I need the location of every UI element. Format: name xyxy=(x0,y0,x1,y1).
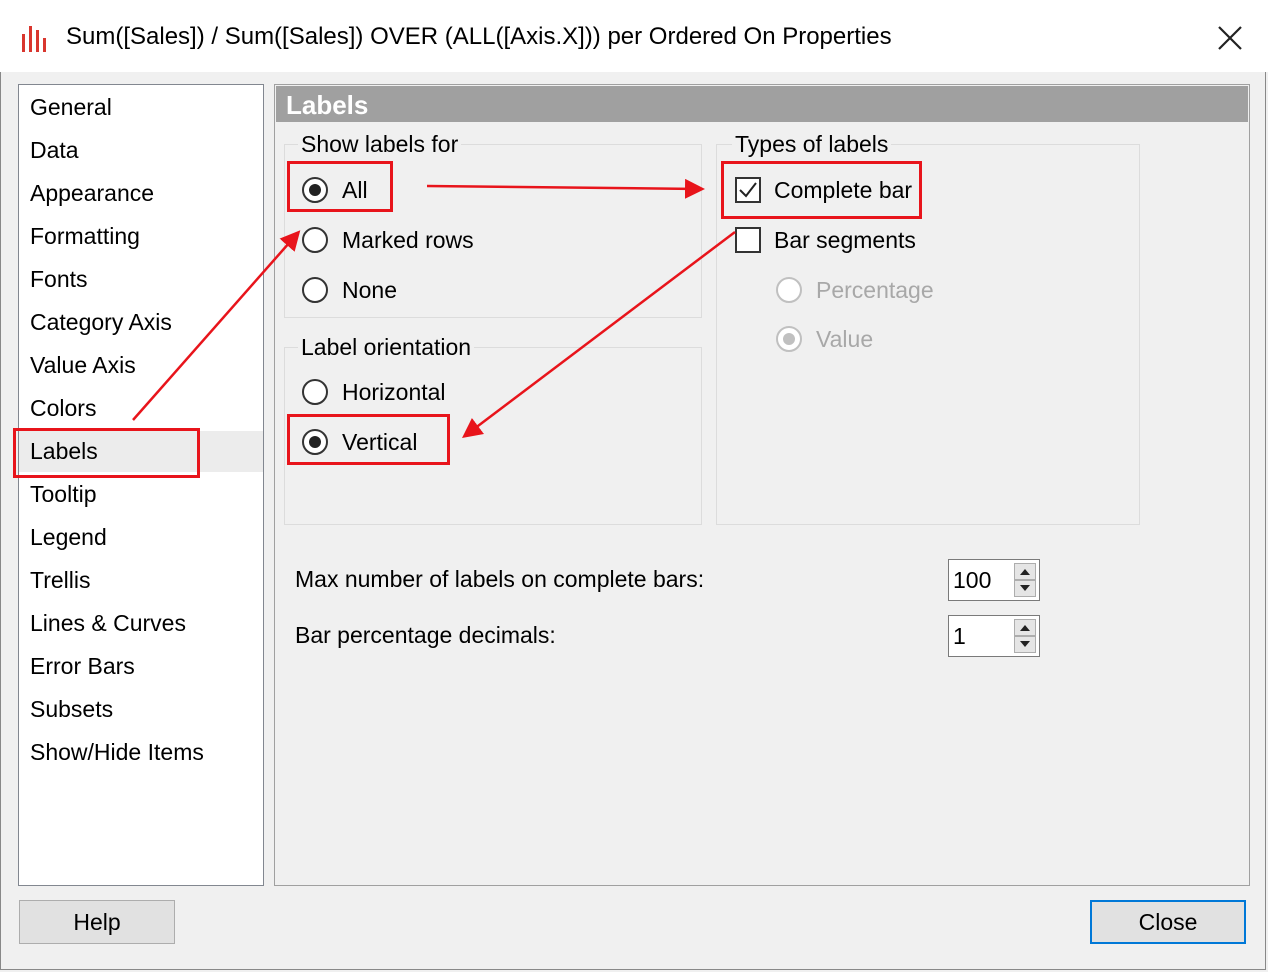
bar-percentage-decimals-label: Bar percentage decimals: xyxy=(295,622,556,648)
help-button[interactable]: Help xyxy=(19,900,175,944)
nav-item-show-hide-items[interactable]: Show/Hide Items xyxy=(19,732,263,773)
close-button[interactable]: Close xyxy=(1090,900,1246,944)
nav-item-category-axis[interactable]: Category Axis xyxy=(19,302,263,343)
radio-none[interactable] xyxy=(302,277,328,303)
radio-marked-rows-label[interactable]: Marked rows xyxy=(342,225,474,255)
window-title: Sum([Sales]) / Sum([Sales]) OVER (ALL([A… xyxy=(66,23,892,50)
nav-item-formatting[interactable]: Formatting xyxy=(19,216,263,257)
bar-percentage-decimals-stepper xyxy=(1014,619,1036,653)
panel-header xyxy=(276,86,1248,122)
radio-horizontal-label[interactable]: Horizontal xyxy=(342,377,446,407)
highlight-labels-nav xyxy=(13,428,200,478)
spin-down-icon[interactable] xyxy=(1014,580,1036,597)
nav-item-data[interactable]: Data xyxy=(19,130,263,171)
bar-percentage-decimals-value[interactable]: 1 xyxy=(953,621,966,651)
radio-marked-rows[interactable] xyxy=(302,227,328,253)
spin-up-icon[interactable] xyxy=(1014,563,1036,580)
nav-item-fonts[interactable]: Fonts xyxy=(19,259,263,300)
nav-item-error-bars[interactable]: Error Bars xyxy=(19,646,263,687)
bar-percentage-decimals-input[interactable]: 1 xyxy=(948,615,1040,657)
highlight-vertical-option xyxy=(287,414,450,465)
max-labels-label: Max number of labels on complete bars: xyxy=(295,566,705,592)
nav-item-subsets[interactable]: Subsets xyxy=(19,689,263,730)
nav-item-value-axis[interactable]: Value Axis xyxy=(19,345,263,386)
show-labels-for-heading: Show labels for xyxy=(298,130,462,158)
radio-value-label[interactable]: Value xyxy=(816,324,873,354)
spin-down-icon[interactable] xyxy=(1014,636,1036,653)
nav-item-trellis[interactable]: Trellis xyxy=(19,560,263,601)
nav-item-appearance[interactable]: Appearance xyxy=(19,173,263,214)
category-list: General Data Appearance Formatting Fonts… xyxy=(18,84,264,886)
spin-up-icon[interactable] xyxy=(1014,619,1036,636)
radio-percentage-label[interactable]: Percentage xyxy=(816,275,934,305)
radio-none-label[interactable]: None xyxy=(342,275,397,305)
nav-item-lines-curves[interactable]: Lines & Curves xyxy=(19,603,263,644)
types-of-labels-heading: Types of labels xyxy=(732,130,892,158)
max-labels-stepper xyxy=(1014,563,1036,597)
max-labels-input[interactable]: 100 xyxy=(948,559,1040,601)
close-icon[interactable] xyxy=(1212,20,1248,56)
label-orientation-heading: Label orientation xyxy=(298,333,475,361)
radio-value[interactable] xyxy=(776,326,802,352)
nav-item-legend[interactable]: Legend xyxy=(19,517,263,558)
highlight-all-option xyxy=(287,161,393,212)
nav-item-colors[interactable]: Colors xyxy=(19,388,263,429)
nav-item-general[interactable]: General xyxy=(19,87,263,128)
checkbox-bar-segments-label[interactable]: Bar segments xyxy=(774,225,916,255)
bar-chart-icon xyxy=(20,24,50,52)
panel-title: Labels xyxy=(286,90,369,120)
nav-item-tooltip[interactable]: Tooltip xyxy=(19,474,263,515)
max-labels-value[interactable]: 100 xyxy=(953,565,991,595)
radio-horizontal[interactable] xyxy=(302,379,328,405)
checkbox-bar-segments[interactable] xyxy=(735,227,761,253)
highlight-complete-bar xyxy=(721,161,922,219)
radio-percentage[interactable] xyxy=(776,277,802,303)
